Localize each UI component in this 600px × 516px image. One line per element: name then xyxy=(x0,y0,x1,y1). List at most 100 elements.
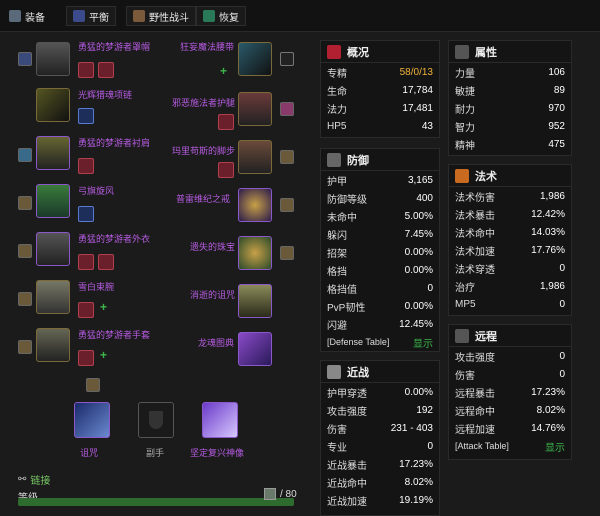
stat-row: 专业 0 xyxy=(321,437,439,455)
gem-socket[interactable] xyxy=(78,108,94,124)
stat-value: 0 xyxy=(559,350,565,362)
stat-value: 14.76% xyxy=(531,422,565,434)
link-button[interactable]: ⚯ 链接 xyxy=(18,472,50,487)
stat-row: 格挡 0.00% xyxy=(321,261,439,279)
add-socket-plus[interactable]: + xyxy=(220,64,227,78)
stat-label: PvP韧性 xyxy=(327,302,366,314)
shoulder-slot[interactable] xyxy=(36,136,70,170)
stat-label: 力量 xyxy=(455,68,475,80)
hands-slot[interactable] xyxy=(36,328,70,362)
add-socket-plus[interactable]: + xyxy=(100,300,107,314)
back-slot[interactable] xyxy=(36,184,70,218)
belt-buckle-socket[interactable] xyxy=(280,52,294,66)
off-hand-slot[interactable] xyxy=(138,402,174,438)
item-name-legs[interactable]: 邪恶施法者护腿 xyxy=(172,96,235,109)
stat-label: HP5 xyxy=(327,120,347,132)
weapon-name-relic[interactable]: 坚定复兴神像 xyxy=(190,446,244,459)
tab-restoration[interactable]: 恢复 xyxy=(196,6,246,26)
tab-feral-combat[interactable]: 野性战斗 xyxy=(126,6,196,26)
panel-title: 法术 xyxy=(475,170,497,183)
item-name-trinket1[interactable]: 消逝的诅咒 xyxy=(190,288,235,301)
top-tab-bar: 装备 平衡 野性战斗 恢复 xyxy=(0,0,600,32)
enchant-icon[interactable] xyxy=(280,198,294,212)
gem-socket[interactable] xyxy=(78,254,94,270)
gem-socket[interactable] xyxy=(78,350,94,366)
stat-row: MP5 0 xyxy=(449,295,571,313)
gem-socket[interactable] xyxy=(78,302,94,318)
stat-label: 法术伤害 xyxy=(455,192,495,204)
legs-slot[interactable] xyxy=(238,92,272,126)
enchant-icon[interactable] xyxy=(280,246,294,260)
item-name-trinket2[interactable]: 龙魂图典 xyxy=(198,336,234,349)
stat-label: 耐力 xyxy=(455,104,475,116)
stat-value: 106 xyxy=(548,66,565,78)
head-slot[interactable] xyxy=(36,42,70,76)
waist-slot[interactable] xyxy=(238,42,272,76)
stat-row: 法术命中 14.03% xyxy=(449,223,571,241)
item-name-ring1[interactable]: 普雷维纪之戒 xyxy=(176,192,230,205)
stat-value: 0 xyxy=(427,282,433,294)
shield-icon xyxy=(327,152,341,167)
enchant-icon[interactable] xyxy=(18,196,32,210)
wrist-slot[interactable] xyxy=(36,280,70,314)
add-socket-plus[interactable]: + xyxy=(100,348,107,362)
tab-equipment[interactable]: 装备 xyxy=(2,6,52,26)
trinket1-slot[interactable] xyxy=(238,284,272,318)
tab-balance[interactable]: 平衡 xyxy=(66,6,116,26)
main-hand-slot[interactable] xyxy=(74,402,110,438)
item-name-wrist[interactable]: 雪白束腕 xyxy=(78,280,114,293)
stat-row: 护甲穿透 0.00% xyxy=(321,383,439,401)
enchant-icon[interactable] xyxy=(18,244,32,258)
item-name-feet[interactable]: 玛里苟斯的脚步 xyxy=(172,144,235,157)
enchant-icon[interactable] xyxy=(18,52,32,66)
item-name-neck[interactable]: 光辉猎魂项链 xyxy=(78,88,132,101)
panel-title: 属性 xyxy=(475,46,497,59)
item-name-back[interactable]: 弓旗旋风 xyxy=(78,184,114,197)
neck-slot[interactable] xyxy=(36,88,70,122)
stat-label: 远程加速 xyxy=(455,424,495,436)
item-name-shoulder[interactable]: 勇猛的梦游者衬肩 xyxy=(78,136,150,149)
item-name-head[interactable]: 勇猛的梦游者罩帽 xyxy=(78,40,150,53)
gem-socket[interactable] xyxy=(78,206,94,222)
item-name-chest[interactable]: 勇猛的梦游者外衣 xyxy=(78,232,150,245)
stat-label: MP5 xyxy=(455,298,476,310)
item-name-ring2[interactable]: 遗失的珠宝 xyxy=(190,240,235,253)
enchant-icon[interactable] xyxy=(18,340,32,354)
chest-slot[interactable] xyxy=(36,232,70,266)
level-slider-handle[interactable] xyxy=(264,488,276,500)
stat-label: 招架 xyxy=(327,248,347,260)
stat-value: 952 xyxy=(548,120,565,132)
panel-title: 概况 xyxy=(347,46,369,59)
trinket2-slot[interactable] xyxy=(238,332,272,366)
tab-label: 装备 xyxy=(25,12,45,24)
stat-value: 17,481 xyxy=(402,102,433,114)
tab-label: 平衡 xyxy=(89,12,109,24)
weapon-name-main[interactable]: 诅咒 xyxy=(80,446,98,459)
gem-socket[interactable] xyxy=(78,158,94,174)
stat-value: 0.00% xyxy=(404,386,433,398)
feet-slot[interactable] xyxy=(238,140,272,174)
gem-socket[interactable] xyxy=(78,62,94,78)
enchant-icon[interactable] xyxy=(18,148,32,162)
enchant-icon[interactable] xyxy=(280,150,294,164)
ranged-show-button[interactable]: 显示 xyxy=(545,439,565,454)
gem-socket[interactable] xyxy=(218,162,234,178)
item-name-waist[interactable]: 狂妄魔法腰带 xyxy=(180,40,234,53)
stat-row: 敏捷 89 xyxy=(449,81,571,99)
enchant-icon[interactable] xyxy=(86,378,100,392)
enchant-icon[interactable] xyxy=(280,102,294,116)
overview-panel: 概况 专精 58/0/13 生命 17,784 法力 17,481 HP5 43 xyxy=(320,40,440,138)
panel-header: 概况 xyxy=(321,41,439,63)
ring1-slot[interactable] xyxy=(238,188,272,222)
gem-socket[interactable] xyxy=(218,114,234,130)
item-name-hands[interactable]: 勇猛的梦游者手套 xyxy=(78,328,150,341)
gem-socket[interactable] xyxy=(98,62,114,78)
stat-row: 攻击强度 192 xyxy=(321,401,439,419)
gem-socket[interactable] xyxy=(98,254,114,270)
relic-slot[interactable] xyxy=(202,402,238,438)
defense-show-button[interactable]: 显示 xyxy=(413,335,433,350)
ring2-slot[interactable] xyxy=(238,236,272,270)
armor-icon xyxy=(9,10,21,22)
stat-value: 17.23% xyxy=(399,458,433,470)
enchant-icon[interactable] xyxy=(18,292,32,306)
